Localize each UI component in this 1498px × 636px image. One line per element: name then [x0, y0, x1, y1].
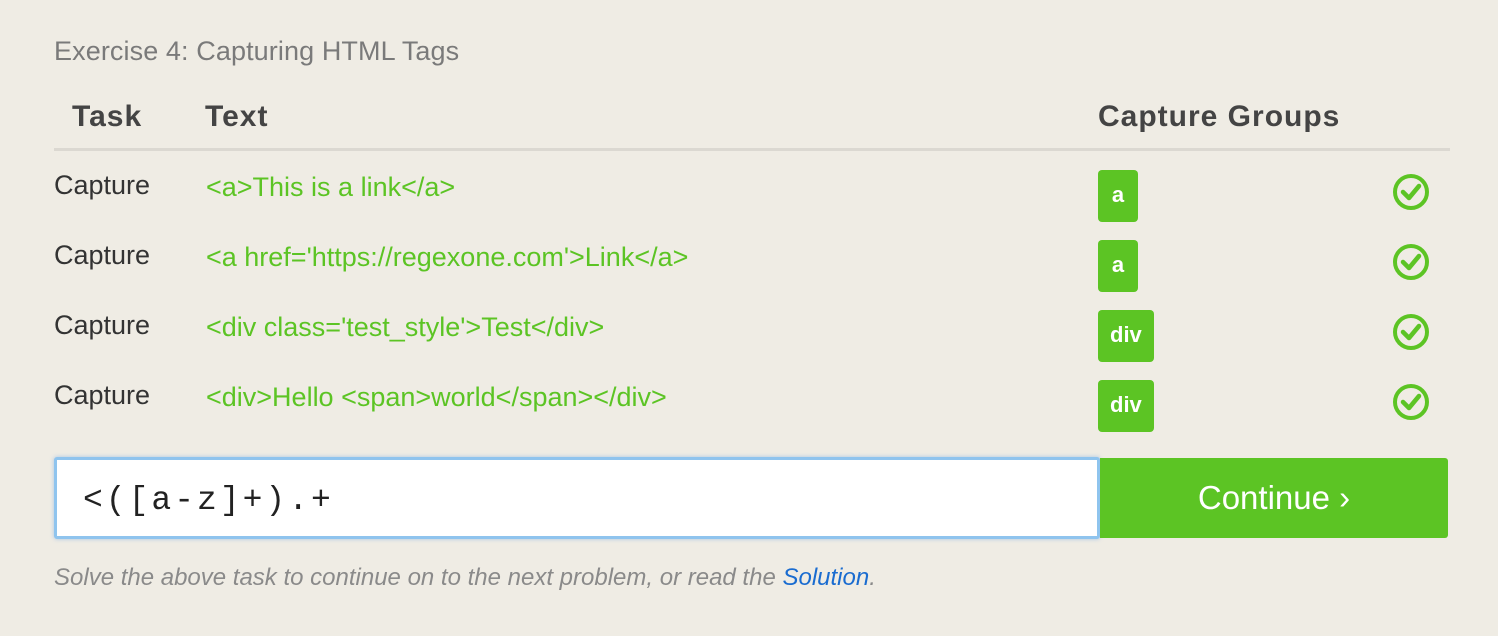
row-text: <a>This is a link</a> — [206, 172, 456, 202]
table-row: Capture <div class='test_style'>Test</di… — [54, 290, 1450, 362]
regex-input[interactable] — [83, 480, 1063, 520]
exercise-title: Exercise 4: Capturing HTML Tags — [54, 36, 460, 66]
capture-group-badge: a — [1098, 240, 1138, 292]
row-task: Capture — [54, 310, 151, 340]
footer-note-text: Solve the above task to continue on to t… — [54, 564, 783, 591]
header-capture-groups: Capture Groups — [1098, 100, 1341, 133]
check-circle-icon — [1393, 174, 1429, 210]
check-circle-icon — [1393, 314, 1429, 350]
row-task: Capture — [54, 240, 151, 270]
row-text: <div class='test_style'>Test</div> — [206, 312, 605, 342]
table-row: Capture <a>This is a link</a> a — [54, 150, 1450, 222]
check-circle-icon — [1393, 244, 1429, 280]
continue-button[interactable]: Continue › — [1100, 458, 1448, 538]
row-text: <div>Hello <span>world</span></div> — [206, 382, 667, 412]
capture-group-badge: div — [1098, 380, 1154, 432]
header-text: Text — [205, 100, 269, 133]
row-task: Capture — [54, 380, 151, 410]
row-task: Capture — [54, 170, 151, 200]
check-circle-icon — [1393, 384, 1429, 420]
footer-note: Solve the above task to continue on to t… — [54, 564, 876, 592]
capture-group-badge: a — [1098, 170, 1138, 222]
solution-link[interactable]: Solution — [782, 564, 869, 591]
header-task: Task — [72, 100, 143, 133]
capture-group-badge: div — [1098, 310, 1154, 362]
regex-input-wrapper — [54, 457, 1100, 539]
footer-note-end: . — [869, 564, 876, 591]
row-text: <a href='https://regexone.com'>Link</a> — [206, 242, 689, 272]
table-row: Capture <div>Hello <span>world</span></d… — [54, 360, 1450, 432]
exercise-panel: Exercise 4: Capturing HTML Tags Task Tex… — [0, 0, 1498, 636]
table-row: Capture <a href='https://regexone.com'>L… — [54, 220, 1450, 292]
table-header: Task Text Capture Groups — [54, 98, 1450, 151]
